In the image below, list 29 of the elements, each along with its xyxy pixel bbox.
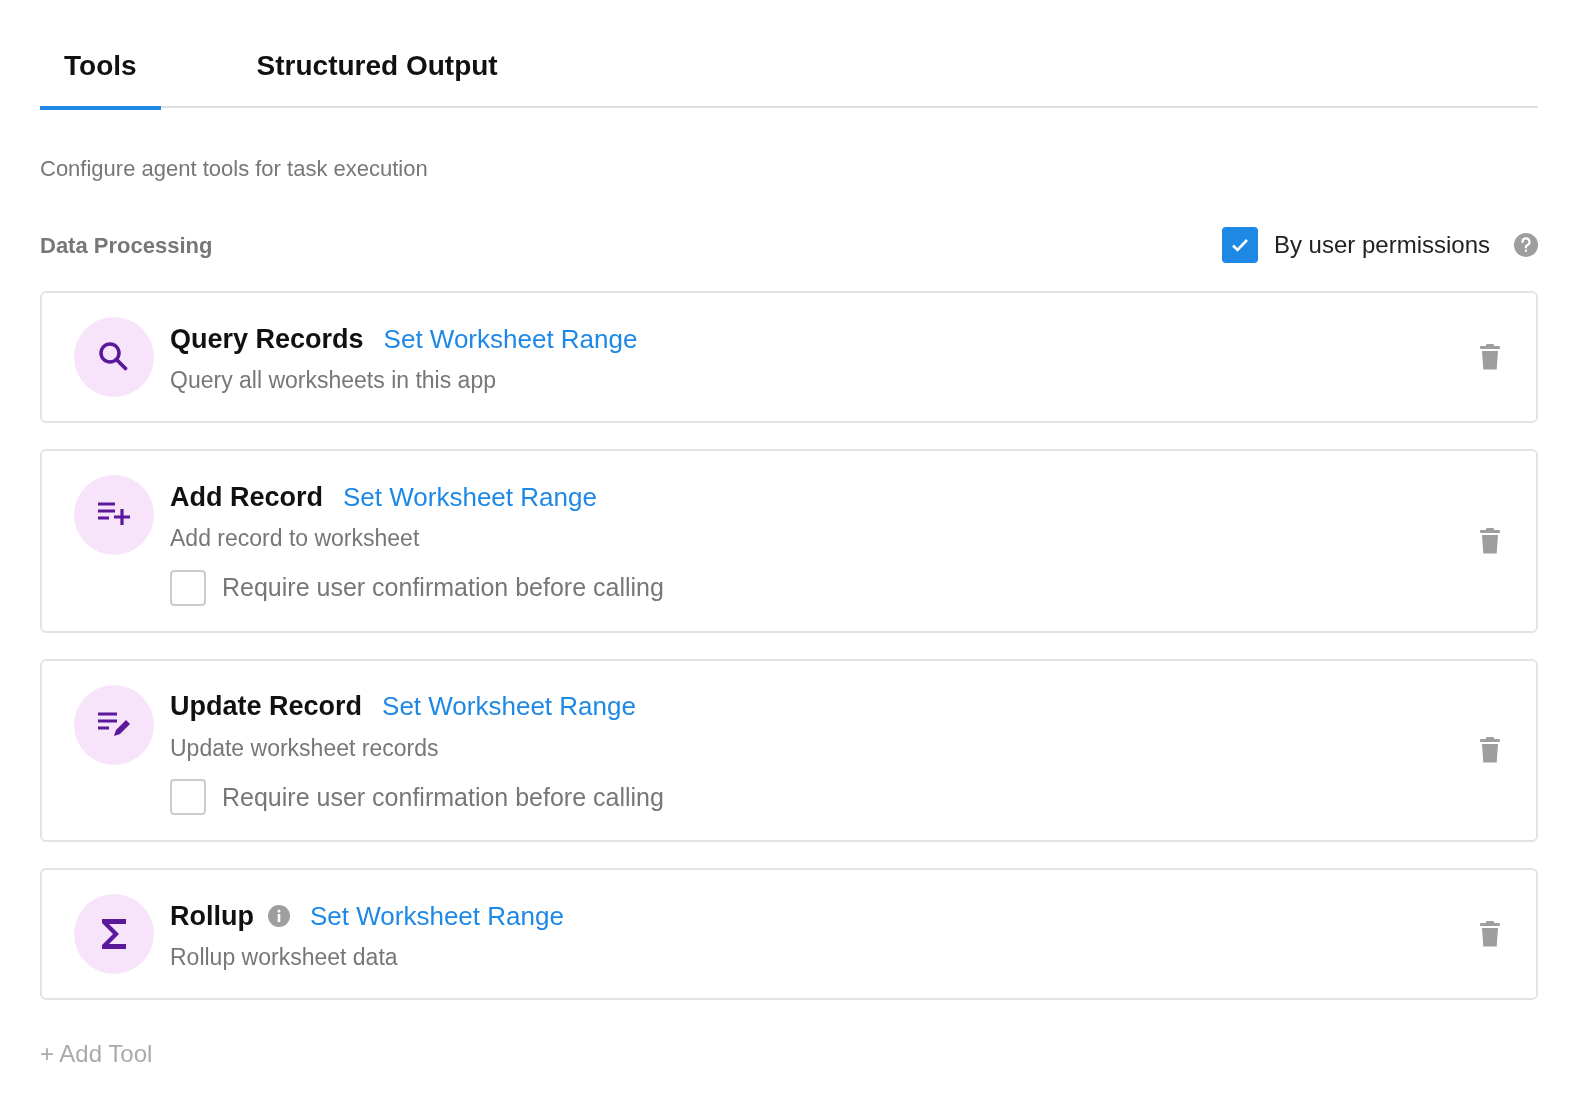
add-tool-button[interactable]: + Add Tool bbox=[40, 1036, 153, 1072]
trash-icon[interactable] bbox=[1480, 737, 1500, 764]
tool-name: Add Record bbox=[170, 480, 323, 514]
trash-icon[interactable] bbox=[1480, 921, 1500, 947]
description: Configure agent tools for task execution bbox=[40, 155, 429, 183]
set-range-link[interactable]: Set Worksheet Range bbox=[310, 896, 564, 936]
trash-icon[interactable] bbox=[1480, 344, 1500, 370]
help-icon[interactable] bbox=[1514, 233, 1538, 257]
permission-label: By user permissions bbox=[1273, 230, 1490, 260]
section-title: Data Processing bbox=[40, 231, 213, 260]
tool-description: Add record to worksheet bbox=[170, 524, 421, 553]
set-range-link[interactable]: Set Worksheet Range bbox=[383, 319, 638, 359]
confirmation-label: Require user confirmation before calling bbox=[222, 781, 664, 813]
checkbox[interactable] bbox=[1221, 227, 1258, 263]
checkbox[interactable] bbox=[170, 569, 206, 606]
tool-description: Update worksheet records bbox=[170, 733, 440, 763]
tool-description: Query all worksheets in this app bbox=[170, 366, 497, 395]
tool-name: Query Records bbox=[170, 322, 364, 356]
tab[interactable]: Tools bbox=[40, 34, 161, 110]
set-range-link[interactable]: Set Worksheet Range bbox=[343, 477, 597, 517]
tab[interactable]: Structured Output bbox=[256, 34, 498, 110]
tool-name: Rollup bbox=[170, 899, 254, 933]
set-range-link[interactable]: Set Worksheet Range bbox=[382, 687, 636, 726]
tool-name: Update Record bbox=[170, 690, 363, 724]
trash-icon[interactable] bbox=[1480, 527, 1500, 554]
checkbox[interactable] bbox=[170, 779, 206, 816]
tool-description: Rollup worksheet data bbox=[170, 943, 399, 972]
info-icon[interactable] bbox=[268, 905, 290, 927]
confirmation-label: Require user confirmation before calling bbox=[222, 572, 664, 603]
